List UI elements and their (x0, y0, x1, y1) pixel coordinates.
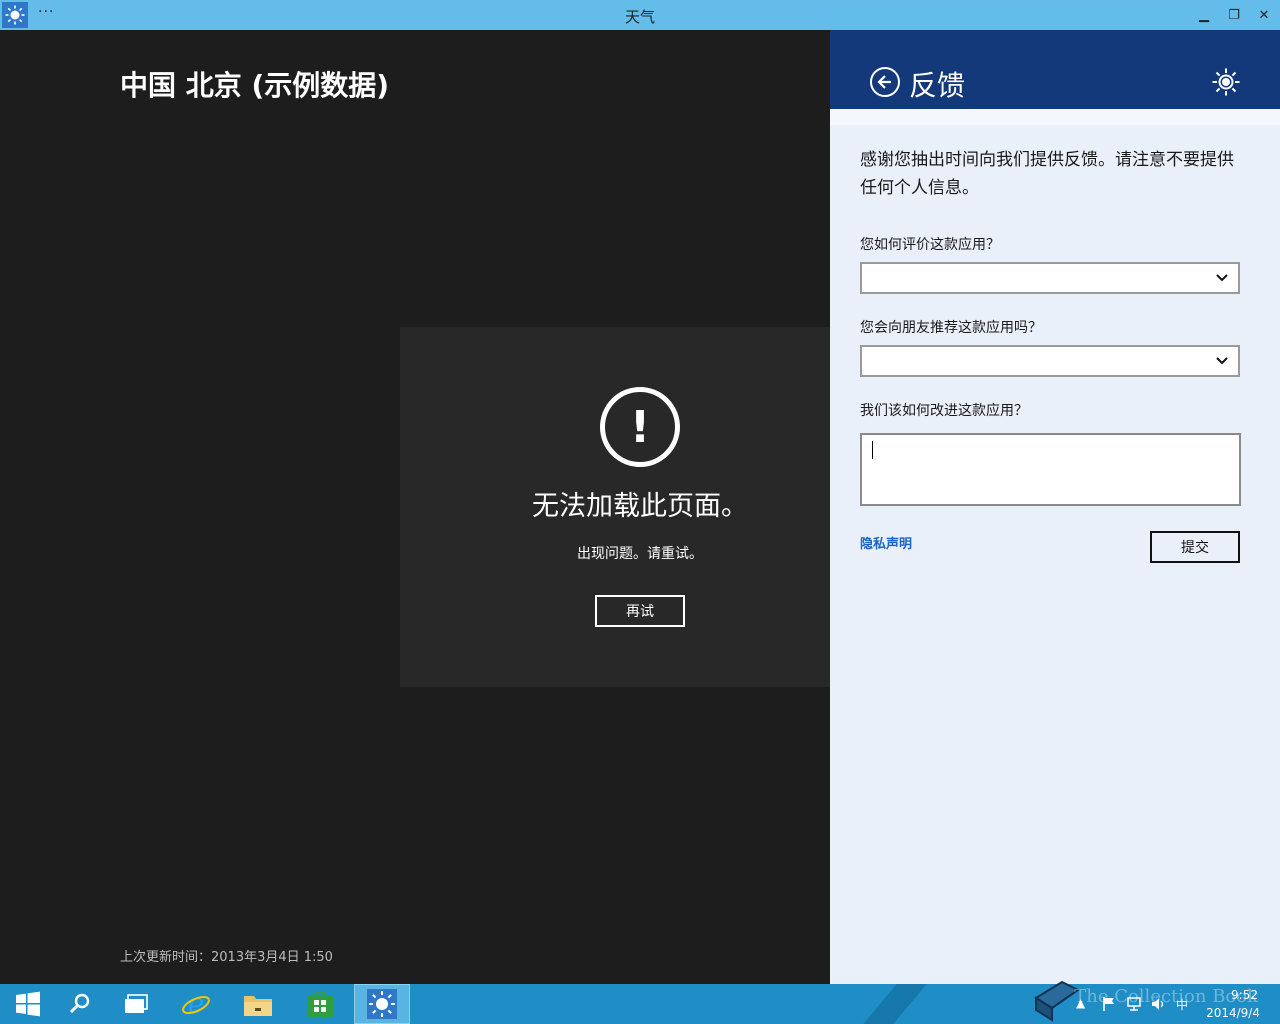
folder-icon (244, 996, 272, 1016)
taskbar: e The Collection Book ▲ 中 9:52 2014/9/4 (0, 980, 1280, 1024)
clock-date[interactable]: 2014/9/4 (1206, 1006, 1260, 1020)
chevron-down-icon (1216, 357, 1228, 365)
start-button[interactable] (0, 984, 56, 1024)
weather-app-icon (367, 989, 397, 1019)
internet-explorer-icon: e (182, 989, 210, 1019)
minimize-button[interactable]: ▁ (1192, 4, 1216, 26)
internet-explorer-button[interactable]: e (168, 984, 224, 1024)
task-view-button[interactable] (108, 984, 164, 1024)
volume-icon[interactable] (1150, 996, 1166, 1012)
recommend-select[interactable] (860, 345, 1240, 377)
sun-icon (1212, 68, 1240, 96)
feedback-header: 反馈 (830, 30, 1280, 109)
title-bar: ··· 天气 ▁ ❐ ✕ (0, 0, 1280, 30)
weather-app-area: 中国 北京 (示例数据) ! 无法加载此页面。 出现问题。请重试。 再试 上次更… (0, 30, 830, 984)
improve-question-label: 我们该如何改进这款应用？ (860, 403, 1028, 419)
windows-logo-icon (16, 991, 40, 1017)
book-icon (1034, 980, 1080, 1022)
task-view-icon (125, 994, 148, 1013)
rating-select[interactable] (860, 262, 1240, 294)
restore-button[interactable]: ❐ (1222, 4, 1246, 26)
text-caret (872, 441, 873, 459)
window-title: 天气 (624, 8, 655, 26)
error-subtitle: 出现问题。请重试。 (577, 546, 703, 562)
retry-button[interactable]: 再试 (595, 595, 685, 627)
store-button[interactable] (292, 984, 348, 1024)
submit-button[interactable]: 提交 (1150, 531, 1240, 563)
improve-textarea[interactable] (860, 433, 1241, 506)
search-icon (69, 993, 90, 1014)
svg-text:e: e (188, 989, 205, 1019)
error-icon: ! (600, 387, 680, 467)
show-hidden-icons[interactable]: ▲ (1076, 996, 1085, 1010)
clock-time[interactable]: 9:52 (1231, 988, 1258, 1002)
back-button[interactable] (870, 67, 900, 97)
file-explorer-button[interactable] (230, 984, 286, 1024)
network-icon[interactable] (1126, 996, 1142, 1012)
last-update-text: 上次更新时间：2013年3月4日 1:50 (120, 950, 333, 965)
flag-icon[interactable] (1102, 996, 1116, 1012)
weather-taskbar-button[interactable] (354, 984, 410, 1024)
error-title: 无法加载此页面。 (532, 491, 748, 522)
city-title: 中国 北京 (示例数据) (120, 69, 390, 102)
feedback-title: 反馈 (909, 69, 966, 102)
arrow-left-icon (877, 75, 891, 89)
store-icon (307, 991, 333, 1017)
feedback-intro: 感谢您抽出时间向我们提供反馈。请注意不要提供任何个人信息。 (860, 150, 1234, 198)
feedback-pane: 反馈 感谢您抽出时间向我们提供反馈。请注意不要提供任何个人信息。 您如何评价这款… (830, 30, 1280, 984)
recommend-question-label: 您会向朋友推荐这款应用吗？ (860, 320, 1042, 336)
header-strip (830, 109, 1280, 125)
privacy-link[interactable]: 隐私声明 (860, 533, 912, 552)
error-panel: ! 无法加载此页面。 出现问题。请重试。 再试 (400, 327, 830, 687)
system-tray: The Collection Book ▲ 中 9:52 2014/9/4 (1020, 980, 1280, 1024)
rating-question-label: 您如何评价这款应用？ (860, 237, 1000, 253)
taskbar-decoration (863, 984, 927, 1024)
close-button[interactable]: ✕ (1252, 4, 1276, 26)
search-button[interactable] (52, 984, 108, 1024)
ime-indicator[interactable]: 中 (1176, 996, 1188, 1013)
chevron-down-icon (1216, 274, 1228, 282)
